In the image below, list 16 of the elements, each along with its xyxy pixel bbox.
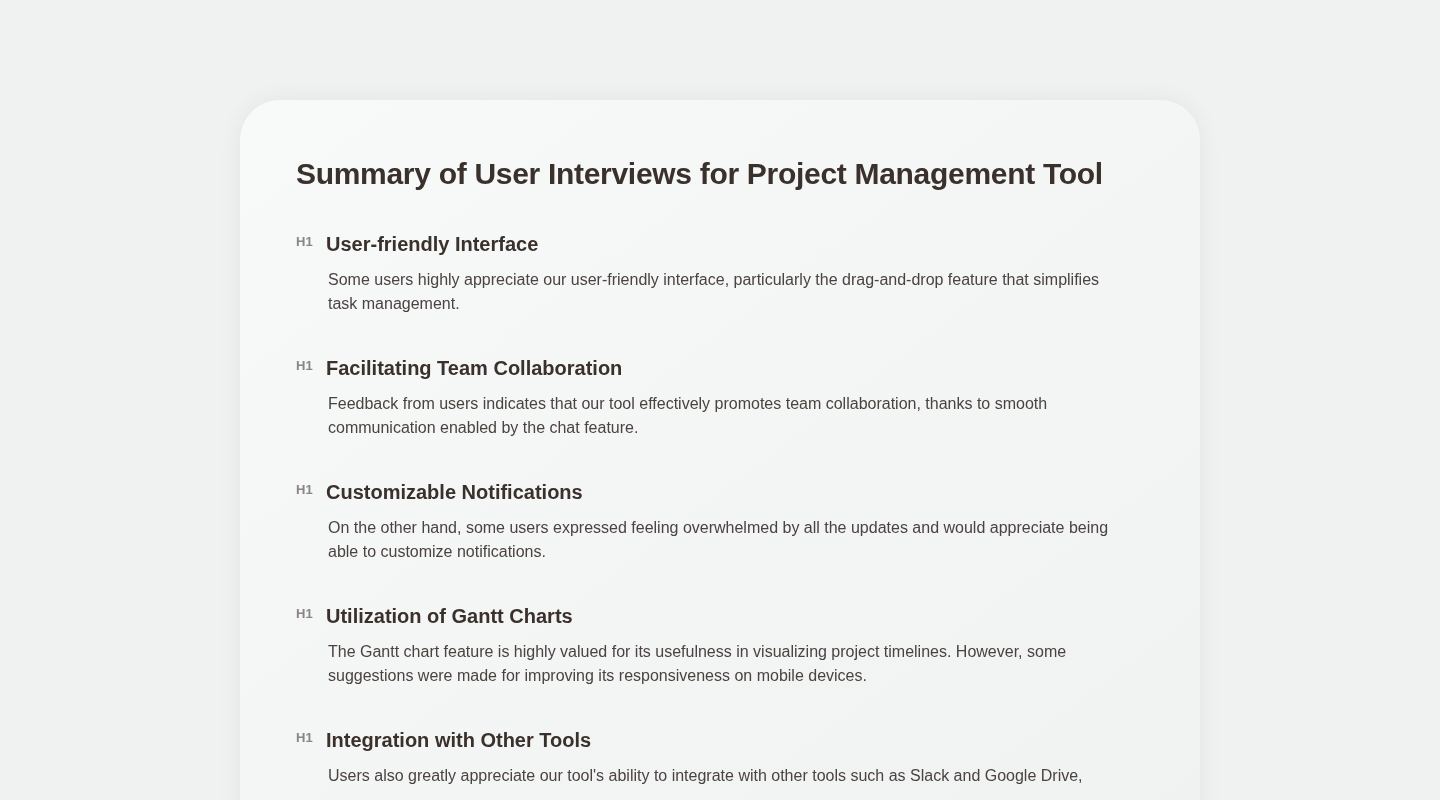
section-heading: Facilitating Team Collaboration xyxy=(326,356,623,381)
document-title: Summary of User Interviews for Project Management Tool xyxy=(296,156,1104,192)
section-heading: Customizable Notifications xyxy=(326,480,583,505)
section-body: The Gantt chart feature is highly valued for its usefulness in visualizing project timelines. However, some suggestions were made for improving its responsiveness on mobile devices. xyxy=(328,642,1068,686)
heading-level-label: H1 xyxy=(296,605,314,623)
section-heading: Integration with Other Tools xyxy=(326,728,592,753)
section-heading: Utilization of Gantt Charts xyxy=(326,604,573,629)
heading-level-label: H1 xyxy=(296,357,314,375)
section-body: Users also greatly appreciate our tool's ability to integrate with other tools such as Slack and Google Drive, xyxy=(328,766,1084,786)
heading-level-label: H1 xyxy=(296,481,314,499)
section-body: On the other hand, some users expressed feeling overwhelmed by all the updates and would appreciate being able to customize notifications. xyxy=(328,518,1110,562)
heading-level-label: H1 xyxy=(296,233,314,251)
heading-level-label: H1 xyxy=(296,729,314,747)
section-body: Feedback from users indicates that our tool effectively promotes team collaboration, thanks to smooth communication enabled by the chat feature. xyxy=(328,394,1049,438)
section-heading: User-friendly Interface xyxy=(326,232,539,257)
section-body: Some users highly appreciate our user-friendly interface, particularly the drag-and-drop feature that simplifies task management. xyxy=(328,270,1101,314)
